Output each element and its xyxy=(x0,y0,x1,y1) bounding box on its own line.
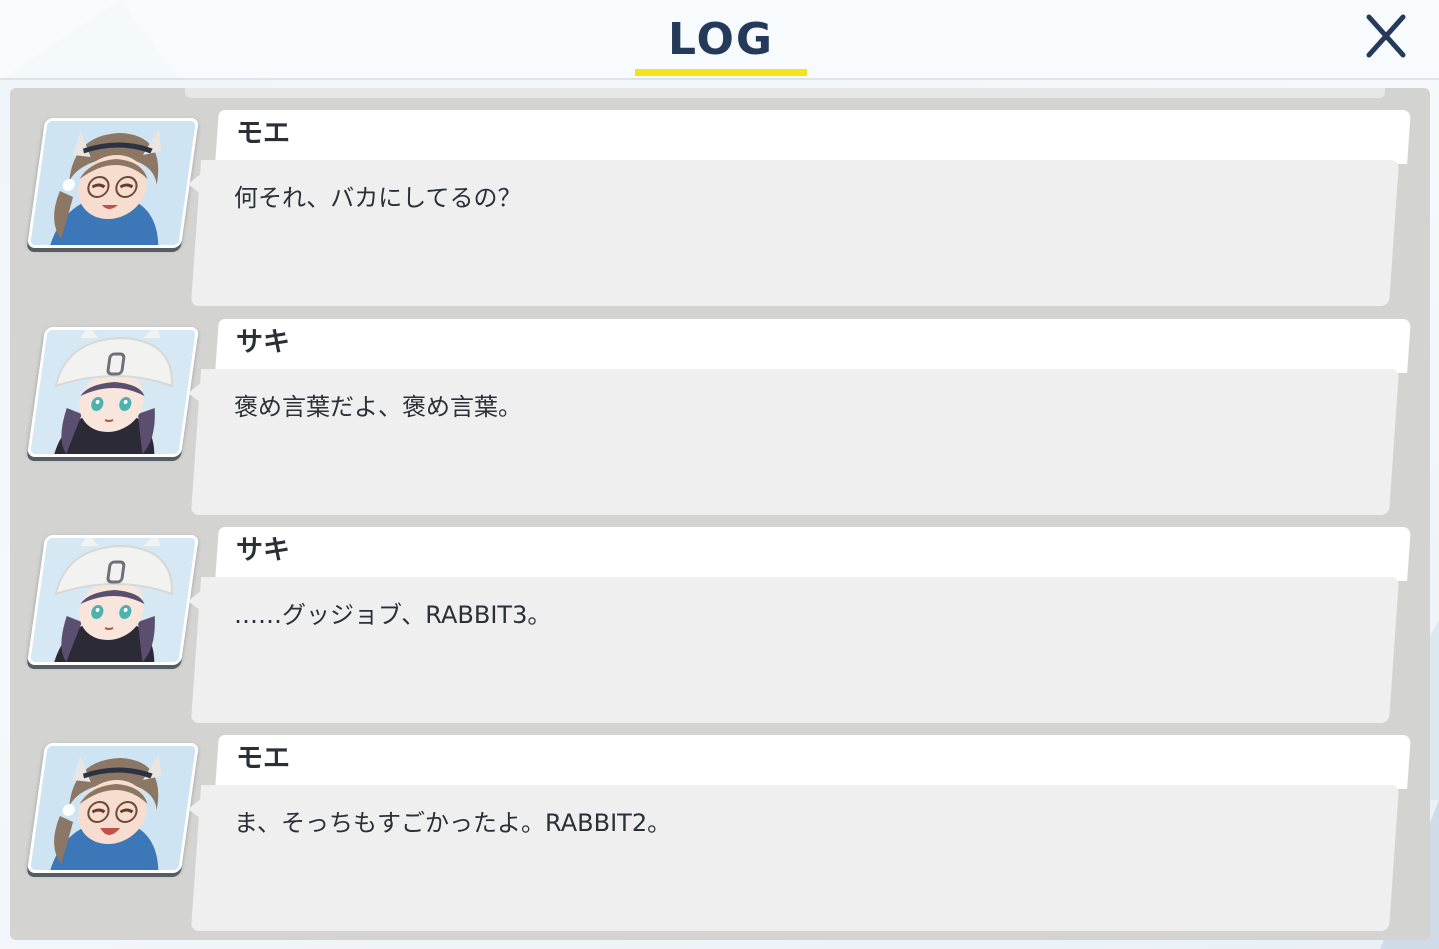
speaker-name-plate xyxy=(215,319,1411,373)
speaker-name-plate xyxy=(215,735,1411,789)
log-header: LOG xyxy=(0,0,1439,80)
moe-avatar xyxy=(26,118,200,248)
moe-avatar xyxy=(26,743,200,873)
saki-avatar xyxy=(26,327,200,457)
speaker-name-plate xyxy=(215,110,1411,164)
log-entry: モエ 何それ、バカにしてるの？ xyxy=(10,88,1430,306)
log-entry: サキ ……グッジョブ、RABBIT3。 xyxy=(10,505,1430,723)
message-text: 褒め言葉だよ、褒め言葉。 xyxy=(234,393,522,421)
speaker-name-plate xyxy=(215,527,1411,581)
title-underline xyxy=(635,69,807,76)
close-button[interactable] xyxy=(1360,10,1412,62)
saki-portrait-icon xyxy=(30,538,196,662)
page-title: LOG xyxy=(668,14,774,65)
saki-avatar xyxy=(26,535,200,665)
message-text: ……グッジョブ、RABBIT3。 xyxy=(234,601,552,629)
speaker-name: モエ xyxy=(236,118,290,149)
speaker-name: サキ xyxy=(236,535,290,566)
moe-portrait-icon xyxy=(30,121,196,245)
log-entry: モエ ま、そっちもすごかったよ。RABBIT2。 xyxy=(10,713,1430,931)
message-text: 何それ、バカにしてるの？ xyxy=(234,184,522,212)
log-list[interactable]: モエ 何それ、バカにしてるの？ サキ 褒め言葉だよ、褒め言葉。 サキ ……グッジ… xyxy=(10,88,1430,940)
moe-portrait-icon xyxy=(30,746,196,870)
speaker-name: モエ xyxy=(236,743,290,774)
message-text: ま、そっちもすごかったよ。RABBIT2。 xyxy=(234,809,672,837)
log-entry: サキ 褒め言葉だよ、褒め言葉。 xyxy=(10,297,1430,515)
close-icon xyxy=(1366,14,1406,58)
speaker-name: サキ xyxy=(236,327,290,358)
saki-portrait-icon xyxy=(30,330,196,454)
